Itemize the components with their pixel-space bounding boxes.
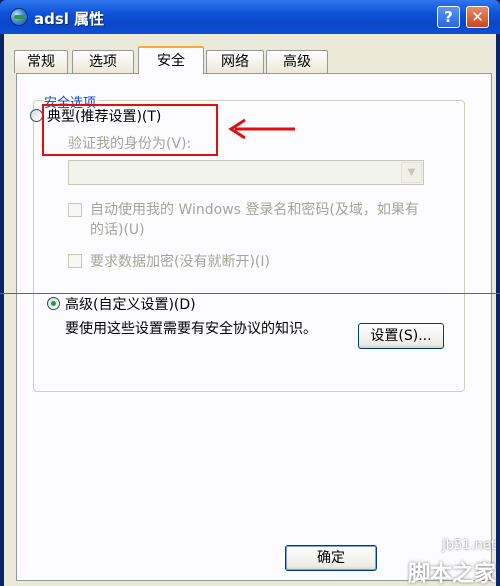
properties-window: adsl 属性 ? ✕ 常规 选项 安全 网络 高级 安全选项 典型(推荐设置)… [0, 0, 500, 586]
chevron-down-icon: ▼ [401, 162, 422, 183]
identity-select: ▼ [68, 160, 424, 185]
autologon-checkbox [68, 203, 82, 217]
autologon-label: 自动使用我的 Windows 登录名和密码(及域，如果有的话)(U) [90, 202, 419, 238]
advanced-radio[interactable] [47, 297, 60, 310]
annotation-guide-line [0, 293, 500, 294]
require-encryption-checkbox [68, 254, 82, 268]
watermark-url: jb51.net [442, 538, 496, 553]
annotation-arrow-icon [228, 118, 295, 140]
ok-button[interactable]: 确定 [285, 545, 377, 571]
annotation-highlight-box [42, 104, 218, 156]
advanced-label[interactable]: 高级(自定义设置)(D) [65, 294, 196, 314]
require-encryption-label: 要求数据加密(没有就断开)(I) [90, 254, 270, 270]
settings-button[interactable]: 设置(S)... [358, 323, 444, 349]
watermark-name: 脚本之家 [407, 562, 496, 586]
advanced-description: 要使用这些设置需要有安全协议的知识。 [65, 321, 317, 337]
site-watermark: jb51.net 脚本之家 [381, 536, 500, 586]
